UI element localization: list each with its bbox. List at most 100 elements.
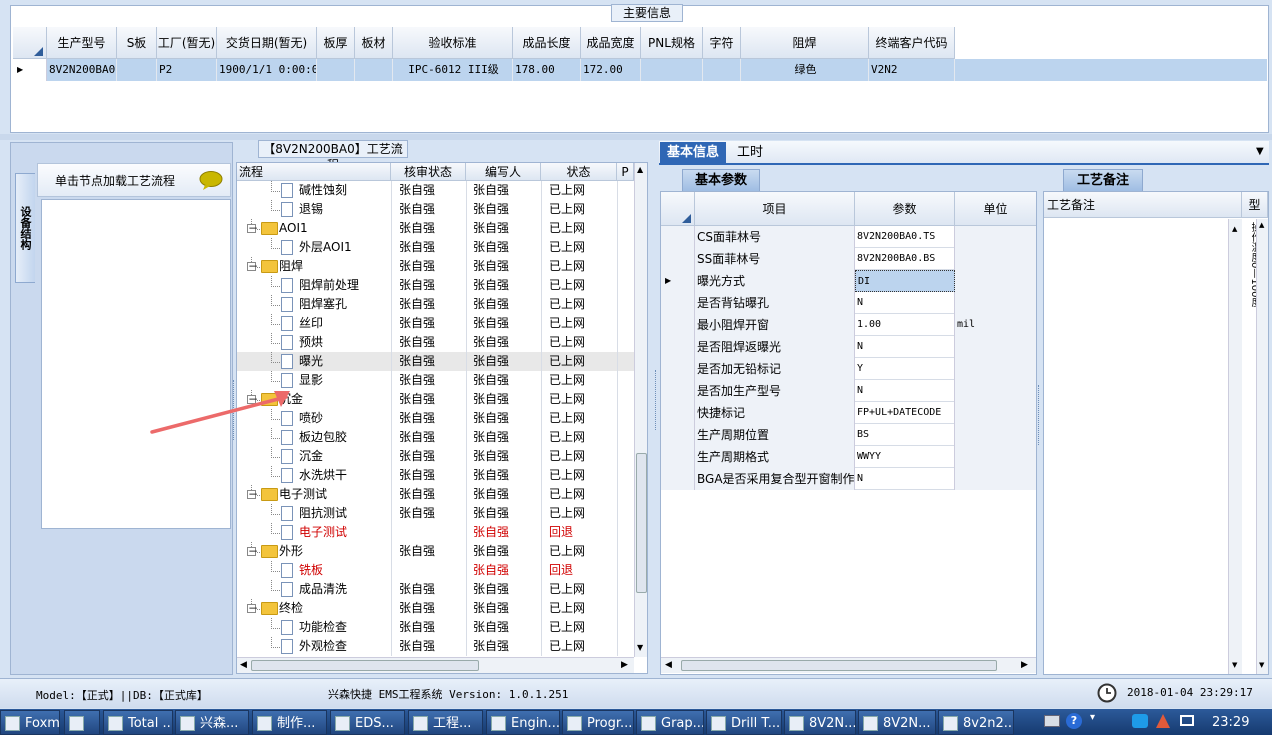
column-header[interactable]: 字符 bbox=[703, 27, 741, 59]
row-selector[interactable] bbox=[661, 358, 695, 380]
tab-basic-params[interactable]: 基本参数 bbox=[682, 169, 760, 191]
taskbar-button[interactable]: EDS... bbox=[330, 710, 405, 735]
tray-chevron-icon[interactable]: ▾ bbox=[1090, 712, 1095, 723]
column-header[interactable]: 工厂(暂无) bbox=[157, 27, 217, 59]
row-selector[interactable] bbox=[661, 380, 695, 402]
comment-icon[interactable] bbox=[199, 171, 223, 190]
process-vscroll[interactable]: ▲ ▼ bbox=[634, 163, 647, 657]
taskbar-button[interactable]: 制作... bbox=[252, 710, 327, 735]
taskbar-button[interactable]: 8v2n2... bbox=[938, 710, 1014, 735]
row-selector[interactable] bbox=[661, 226, 695, 248]
param-row[interactable]: 快捷标记 FP+UL+DATECODE bbox=[661, 402, 1036, 424]
param-value[interactable]: N bbox=[855, 380, 955, 402]
tree-row[interactable]: 碱性蚀刻 张自强 张自强 已上网 bbox=[237, 181, 637, 200]
row-selector[interactable] bbox=[661, 336, 695, 358]
tree-row[interactable]: 沉金 张自强 张自强 已上网 bbox=[237, 447, 637, 466]
tree-row[interactable]: 成品清洗 张自强 张自强 已上网 bbox=[237, 580, 637, 599]
column-header[interactable]: 交货日期(暂无) bbox=[217, 27, 317, 59]
taskbar-button[interactable]: 8V2N... bbox=[784, 710, 856, 735]
tree-row[interactable]: 外观检查 张自强 张自强 已上网 bbox=[237, 637, 637, 656]
column-header[interactable]: 编写人 bbox=[466, 163, 541, 181]
taskbar-button[interactable]: Progr... bbox=[562, 710, 634, 735]
param-row[interactable]: 是否加无铅标记 Y bbox=[661, 358, 1036, 380]
param-row[interactable]: SS面菲林号 8V2N200BA0.BS bbox=[661, 248, 1036, 270]
row-selector-icon[interactable]: ▶ bbox=[13, 59, 47, 81]
tree-row[interactable]: − 外形 张自强 张自强 已上网 bbox=[237, 542, 637, 561]
tree-row[interactable]: 阻焊前处理 张自强 张自强 已上网 bbox=[237, 276, 637, 295]
taskbar-button[interactable]: Grap... bbox=[636, 710, 704, 735]
param-row[interactable]: 生产周期位置 BS bbox=[661, 424, 1036, 446]
param-value[interactable]: 8V2N200BA0.BS bbox=[855, 248, 955, 270]
param-value[interactable]: Y bbox=[855, 358, 955, 380]
scroll-up-icon[interactable]: ▲ bbox=[1232, 225, 1237, 233]
help-icon[interactable]: ? bbox=[1066, 713, 1082, 729]
column-header[interactable]: 流程 bbox=[237, 163, 391, 181]
scroll-down-icon[interactable]: ▼ bbox=[1259, 661, 1264, 669]
column-header[interactable]: PNL规格 bbox=[641, 27, 703, 59]
scroll-down-icon[interactable]: ▼ bbox=[637, 643, 643, 652]
param-value[interactable]: 1.00 bbox=[855, 314, 955, 336]
process-hscroll[interactable]: ◀ ▶ bbox=[237, 657, 634, 673]
column-header[interactable]: 板厚 bbox=[317, 27, 355, 59]
taskbar-button[interactable]: Drill T... bbox=[706, 710, 782, 735]
row-selector[interactable] bbox=[661, 424, 695, 446]
row-selector[interactable]: ▶ bbox=[661, 270, 695, 292]
expand-toggle[interactable]: − bbox=[247, 260, 258, 272]
horizontal-splitter[interactable] bbox=[0, 134, 1272, 140]
param-row[interactable]: CS面菲林号 8V2N200BA0.TS bbox=[661, 226, 1036, 248]
param-row[interactable]: 生产周期格式 WWYY bbox=[661, 446, 1036, 468]
row-selector[interactable] bbox=[661, 468, 695, 490]
taskbar-button[interactable] bbox=[64, 710, 100, 735]
expand-toggle[interactable]: − bbox=[247, 602, 258, 614]
scroll-down-icon[interactable]: ▼ bbox=[1232, 661, 1237, 669]
tree-row[interactable]: − 终检 张自强 张自强 已上网 bbox=[237, 599, 637, 618]
param-row[interactable]: ▶ 曝光方式 DI bbox=[661, 270, 1036, 292]
row-selector[interactable] bbox=[661, 292, 695, 314]
scroll-up-icon[interactable]: ▲ bbox=[637, 165, 643, 174]
taskbar-button[interactable]: 8V2N... bbox=[858, 710, 936, 735]
keyboard-icon[interactable] bbox=[1044, 715, 1060, 727]
param-value[interactable]: N bbox=[855, 336, 955, 358]
scroll-thumb[interactable] bbox=[636, 453, 647, 593]
param-row[interactable]: 是否背钻曝孔 N bbox=[661, 292, 1036, 314]
expand-toggle[interactable]: − bbox=[247, 488, 258, 500]
tree-row[interactable]: 功能检查 张自强 张自强 已上网 bbox=[237, 618, 637, 637]
tree-row[interactable]: 预烘 张自强 张自强 已上网 bbox=[237, 333, 637, 352]
taskbar-clock[interactable]: 23:29 bbox=[1212, 715, 1249, 730]
param-value[interactable]: N bbox=[855, 468, 955, 490]
row-selector[interactable] bbox=[661, 446, 695, 468]
taskbar-button[interactable]: Total ... bbox=[103, 710, 173, 735]
center-splitter[interactable] bbox=[655, 370, 658, 430]
column-header[interactable]: 成品长度 bbox=[513, 27, 581, 59]
type-vscroll[interactable]: ▲ ▼ bbox=[1256, 219, 1268, 674]
device-structure-area[interactable] bbox=[41, 199, 231, 529]
expand-toggle[interactable]: − bbox=[247, 545, 258, 557]
column-header[interactable]: S板 bbox=[117, 27, 157, 59]
tree-row[interactable]: 阻焊塞孔 张自强 张自强 已上网 bbox=[237, 295, 637, 314]
side-tab[interactable]: 设备结构 bbox=[15, 173, 35, 283]
scroll-up-icon[interactable]: ▲ bbox=[1259, 221, 1264, 229]
taskbar-button[interactable]: Foxmail bbox=[0, 710, 60, 735]
hscroll-thumb[interactable] bbox=[681, 660, 997, 671]
column-header[interactable]: 验收标准 bbox=[393, 27, 513, 59]
tree-row[interactable]: 曝光 张自强 张自强 已上网 bbox=[237, 352, 637, 371]
scroll-right-icon[interactable]: ▶ bbox=[1021, 660, 1028, 670]
column-header[interactable]: P bbox=[617, 163, 634, 181]
right-splitter[interactable] bbox=[1038, 385, 1041, 445]
expand-toggle[interactable]: − bbox=[247, 222, 258, 234]
param-value[interactable]: N bbox=[855, 292, 955, 314]
tree-row[interactable]: 退锡 张自强 张自强 已上网 bbox=[237, 200, 637, 219]
param-row[interactable]: 是否阻焊返曝光 N bbox=[661, 336, 1036, 358]
scroll-right-icon[interactable]: ▶ bbox=[621, 660, 628, 670]
tree-row[interactable]: 电子测试 张自强 回退 bbox=[237, 523, 637, 542]
tab-work-hours[interactable]: 工时 bbox=[730, 142, 770, 164]
param-row[interactable]: BGA是否采用复合型开窗制作 N bbox=[661, 468, 1036, 490]
taskbar-button[interactable]: Engin... bbox=[486, 710, 560, 735]
sound-icon[interactable] bbox=[1156, 714, 1170, 728]
row-selector[interactable] bbox=[661, 402, 695, 424]
column-header[interactable]: 阻焊 bbox=[741, 27, 869, 59]
column-header[interactable]: 单位 bbox=[955, 192, 1036, 226]
param-value[interactable]: 8V2N200BA0.TS bbox=[855, 226, 955, 248]
tree-row[interactable]: 丝印 张自强 张自强 已上网 bbox=[237, 314, 637, 333]
column-header[interactable]: 项目 bbox=[695, 192, 855, 226]
